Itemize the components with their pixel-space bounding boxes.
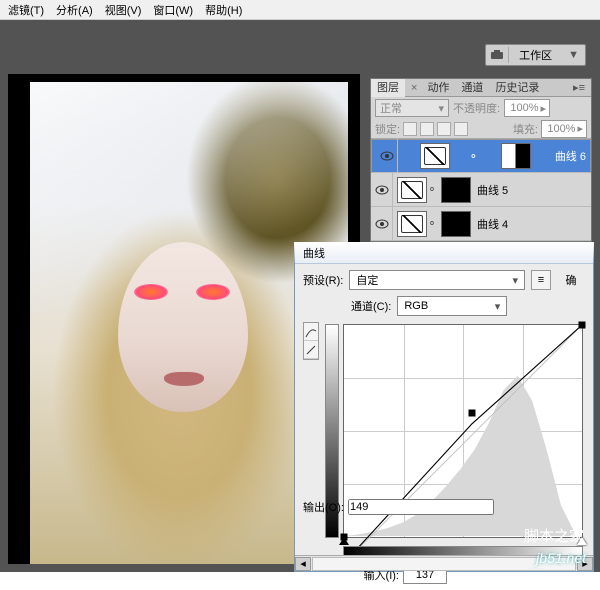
preset-select[interactable]: 自定▾	[349, 270, 525, 290]
curves-title: 曲线	[295, 242, 593, 264]
mask-thumb[interactable]	[441, 211, 471, 237]
bridge-icon[interactable]	[486, 46, 508, 64]
preset-label: 预设(R):	[303, 272, 343, 288]
layer-row[interactable]: ⚬ 曲线 5	[371, 173, 591, 207]
scroll-left-icon[interactable]: ◂	[295, 557, 311, 571]
opacity-field[interactable]: 100%▸	[504, 99, 550, 117]
curve-point-tool[interactable]	[304, 323, 318, 341]
link-icon: ⚬	[427, 183, 437, 196]
layer-list: ⚬ 曲线 6 ⚬ 曲线 5 ⚬ 曲线 4	[371, 139, 591, 241]
opacity-label: 不透明度:	[453, 100, 500, 116]
menu-filter[interactable]: 滤镜(T)	[2, 2, 50, 18]
layer-row[interactable]: ⚬ 曲线 4	[371, 207, 591, 241]
visibility-icon[interactable]	[376, 139, 398, 173]
lock-all-icon[interactable]	[454, 122, 468, 136]
curve-point[interactable]	[579, 322, 586, 329]
channel-select[interactable]: RGB▾	[397, 296, 507, 316]
layer-name[interactable]: 曲线 4	[477, 216, 508, 232]
layers-panel: 图层 × 动作 通道 历史记录 ▸≡ 正常▾ 不透明度: 100%▸ 锁定: 填…	[370, 78, 592, 242]
curve-point[interactable]	[468, 410, 475, 417]
watermark-url: jb51.net	[536, 550, 586, 566]
menu-view[interactable]: 视图(V)	[99, 2, 148, 18]
preset-menu-button[interactable]: ≡	[531, 270, 551, 290]
fill-label: 填充:	[513, 121, 538, 137]
tab-history[interactable]: 历史记录	[489, 79, 545, 97]
blend-mode-select[interactable]: 正常▾	[375, 99, 449, 117]
mask-thumb[interactable]	[441, 177, 471, 203]
layer-name[interactable]: 曲线 5	[477, 182, 508, 198]
workspace-label[interactable]: 工作区	[508, 47, 562, 63]
workspace-switcher[interactable]: 工作区 ▼	[485, 44, 586, 66]
link-icon: ⚬	[468, 150, 478, 163]
tab-layers[interactable]: 图层	[371, 79, 405, 97]
fill-field[interactable]: 100%▸	[541, 120, 587, 138]
link-icon: ⚬	[427, 217, 437, 230]
curve-draw-tool[interactable]	[304, 341, 318, 359]
mask-thumb[interactable]	[501, 143, 531, 169]
adjustment-thumb	[397, 211, 427, 237]
black-point-slider[interactable]	[339, 537, 349, 545]
watermark-label: 脚本之家	[524, 525, 584, 546]
layer-row[interactable]: ⚬ 曲线 6	[371, 139, 591, 173]
adjustment-thumb	[420, 143, 450, 169]
app-stage: 工作区 ▼ 图层 × 动作 通道 历史记录 ▸≡ 正常▾ 不透明度: 100%▸…	[0, 20, 600, 572]
lock-label: 锁定:	[375, 121, 400, 137]
visibility-icon[interactable]	[371, 173, 393, 207]
tab-actions[interactable]: 动作	[421, 79, 455, 97]
panel-menu-icon[interactable]: ▸≡	[567, 81, 591, 94]
chevron-down-icon[interactable]: ▼	[562, 49, 585, 61]
panel-tabs: 图层 × 动作 通道 历史记录 ▸≡	[371, 79, 591, 97]
tab-close-icon[interactable]: ×	[407, 82, 421, 94]
output-value-field[interactable]	[348, 499, 494, 515]
menu-analysis[interactable]: 分析(A)	[50, 2, 99, 18]
output-label: 输出(O):	[303, 499, 344, 515]
lock-transparent-icon[interactable]	[403, 122, 417, 136]
lock-pixels-icon[interactable]	[420, 122, 434, 136]
tab-channels[interactable]: 通道	[455, 79, 489, 97]
curve-tool-strip	[303, 322, 319, 360]
ok-button[interactable]: 确	[557, 272, 585, 288]
lock-position-icon[interactable]	[437, 122, 451, 136]
menu-bar: 滤镜(T) 分析(A) 视图(V) 窗口(W) 帮助(H)	[0, 0, 600, 20]
channel-label: 通道(C):	[351, 298, 391, 314]
adjustment-thumb	[397, 177, 427, 203]
layer-name[interactable]: 曲线 6	[555, 148, 586, 164]
menu-help[interactable]: 帮助(H)	[199, 2, 248, 18]
curves-panel: 曲线 预设(R): 自定▾ ≡ 确 通道(C): RGB▾	[294, 242, 594, 572]
menu-window[interactable]: 窗口(W)	[147, 2, 199, 18]
visibility-icon[interactable]	[371, 207, 393, 241]
